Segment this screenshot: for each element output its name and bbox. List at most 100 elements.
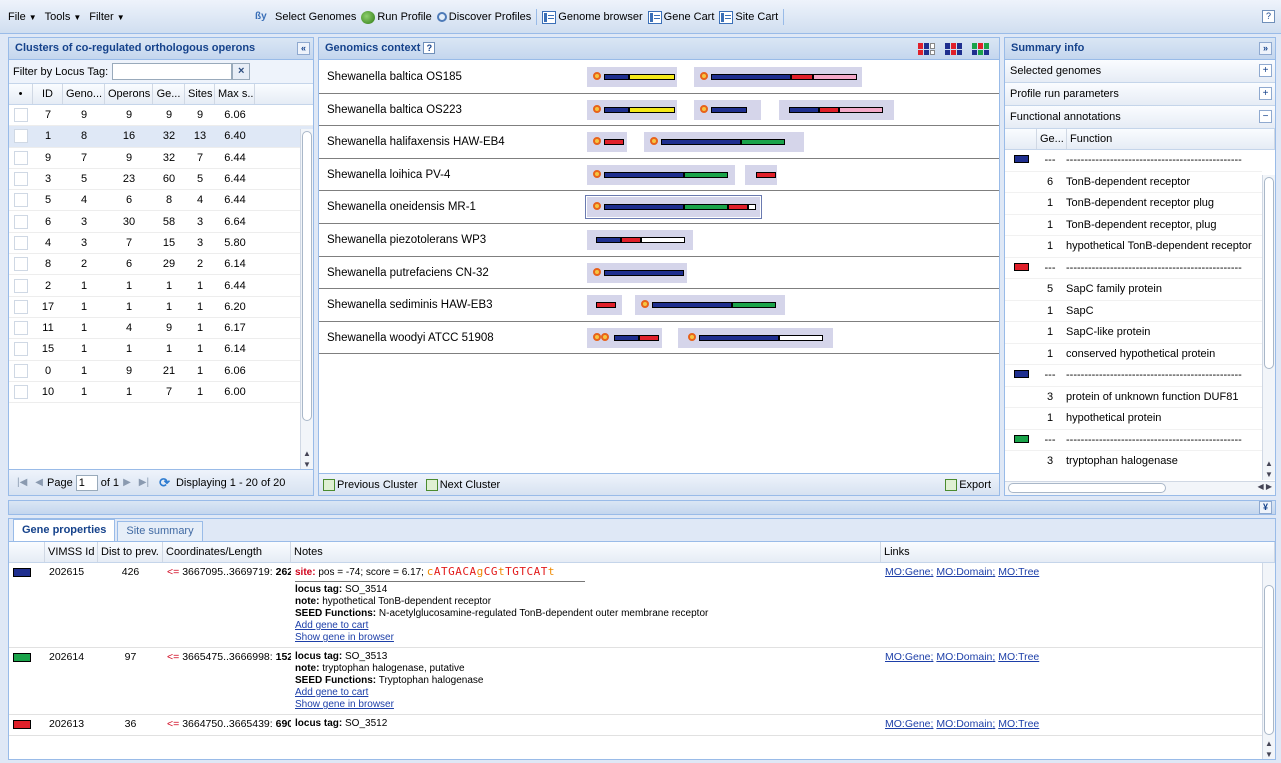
gene-glyph[interactable] [789,106,819,113]
show-gene-in-browser-link[interactable]: Show gene in browser [295,632,877,644]
genome-context-row[interactable]: Shewanella loihica PV-4 [319,159,999,192]
function-row[interactable]: --- -------------------------------------… [1005,150,1262,172]
gp-col-vimss[interactable]: VIMSS Id [45,542,98,562]
help-icon[interactable]: ? [423,42,436,55]
gene-glyph[interactable] [779,334,823,341]
gene-link-2[interactable]: MO:Tree [998,566,1039,578]
table-row[interactable]: 10 1 1 7 1 6.00 [9,382,313,404]
menu-file[interactable]: File ▼ [8,11,37,23]
functions-hscroll-thumb[interactable] [1008,483,1166,493]
row-checkbox-cell[interactable] [9,299,33,314]
genome-context-row[interactable]: Shewanella halifaxensis HAW-EB4 [319,126,999,159]
row-checkbox[interactable] [14,385,28,399]
next-cluster-button[interactable]: Next Cluster [425,478,500,491]
collapse-right-button[interactable]: » [1259,42,1272,55]
gene-glyph[interactable] [732,302,776,309]
binding-site-marker[interactable] [700,104,708,113]
row-checkbox-cell[interactable] [9,342,33,357]
row-checkbox[interactable] [14,150,28,165]
bottom-panel-splitter[interactable]: ¥ [8,500,1276,515]
gene-glyph[interactable] [641,236,685,243]
functions-col-color[interactable] [1005,129,1037,149]
function-row[interactable]: 5 SapC family protein [1005,279,1262,301]
clusters-col-3[interactable]: Operons [105,84,153,104]
genome-browser-button[interactable]: Genome browser [542,10,643,24]
gene-glyph[interactable] [604,74,629,80]
binding-site-marker[interactable] [688,332,696,341]
gene-link-2[interactable]: MO:Tree [998,651,1039,663]
scroll-down-arrow-icon[interactable]: ▼ [1265,470,1273,479]
gene-glyph[interactable] [741,139,785,146]
function-row[interactable]: 1 SapC [1005,301,1262,322]
gene-link-0[interactable]: MO:Gene [885,651,931,663]
locus-filter-input[interactable] [112,63,233,80]
gene-glyph[interactable] [819,106,839,113]
run-profile-button[interactable]: Run Profile [361,10,432,24]
gene-glyph[interactable] [621,236,641,243]
gene-row[interactable]: 202614 97 <= 3665475..3666998: 1524 locus t… [9,648,1262,715]
gene-glyph[interactable] [614,334,639,341]
menu-filter[interactable]: Filter ▼ [89,11,124,23]
row-checkbox-cell[interactable] [9,214,33,229]
gene-glyph[interactable] [813,74,857,80]
gene-properties-scroll-thumb[interactable] [1264,585,1274,735]
function-row[interactable]: 6 TonB-dependent receptor [1005,172,1262,193]
row-checkbox-cell[interactable] [9,257,33,272]
binding-site-marker[interactable] [593,169,601,178]
table-row[interactable]: 8 2 6 29 2 6.14 [9,254,313,276]
gene-link-1[interactable]: MO:Domain [936,718,992,730]
discover-profiles-button[interactable]: Discover Profiles [436,11,531,23]
row-checkbox[interactable] [14,299,28,314]
gene-link-2[interactable]: MO:Tree [998,718,1039,730]
row-checkbox-cell[interactable] [9,150,33,165]
gene-glyph[interactable] [604,139,624,146]
binding-site-marker[interactable] [593,104,601,113]
gene-row[interactable]: 202613 36 <= 3664750..3665439: 690 locus ta… [9,715,1262,736]
site-cart-button[interactable]: Site Cart [719,10,778,24]
row-checkbox[interactable] [14,363,28,378]
row-checkbox[interactable] [14,129,28,144]
row-checkbox-cell[interactable] [9,193,33,208]
refresh-icon[interactable]: ⟳ [159,475,170,491]
row-checkbox-cell[interactable] [9,129,33,144]
next-page-icon[interactable]: ▶ [123,477,131,488]
gp-col-links[interactable]: Links [881,542,1275,562]
genome-context-row[interactable]: Shewanella oneidensis MR-1 [319,191,999,224]
gene-properties-scrollbar[interactable]: ▲ ▼ [1262,563,1275,759]
gene-glyph[interactable] [596,236,621,243]
last-page-icon[interactable]: ▶| [139,477,149,488]
scroll-down-arrow-icon[interactable]: ▼ [1265,750,1273,759]
table-row[interactable]: 2 1 1 1 1 6.44 [9,275,313,297]
scroll-down-arrow-icon[interactable]: ▼ [303,460,311,469]
row-checkbox[interactable] [14,342,28,357]
table-row[interactable]: 5 4 6 8 4 6.44 [9,190,313,212]
genome-context-row[interactable]: Shewanella putrefaciens CN-32 [319,257,999,290]
row-checkbox-cell[interactable] [9,385,33,399]
binding-site-marker[interactable] [593,72,601,80]
row-checkbox[interactable] [14,193,28,208]
tab-site-summary[interactable]: Site summary [117,521,203,541]
table-row[interactable]: 6 3 30 58 3 6.64 [9,211,313,233]
row-checkbox[interactable] [14,235,28,250]
row-checkbox-cell[interactable] [9,108,33,123]
gene-glyph[interactable] [839,106,883,113]
expand-icon[interactable]: + [1259,64,1272,77]
functional-annotations-section[interactable]: Functional annotations − [1005,106,1275,129]
gene-glyph[interactable] [629,74,675,80]
function-row[interactable]: 3 protein of unknown function DUF81 [1005,387,1262,408]
table-row[interactable]: 1 8 16 32 13 6.40 [9,126,313,148]
gene-link-0[interactable]: MO:Gene [885,566,931,578]
collapse-left-button[interactable]: « [297,42,310,55]
row-checkbox-cell[interactable] [9,172,33,187]
clusters-scroll-thumb[interactable] [302,131,312,421]
clusters-scrollbar[interactable]: ▲ ▼ [300,129,313,470]
function-row[interactable]: 1 SapC-like protein [1005,322,1262,344]
row-checkbox[interactable] [14,214,28,229]
function-row[interactable]: 3 tryptophan halogenase [1005,451,1262,468]
profile-run-parameters-section[interactable]: Profile run parameters + [1005,83,1275,106]
functions-col-genes[interactable]: Ge... [1037,129,1067,149]
function-row[interactable]: 1 TonB-dependent receptor, plug [1005,215,1262,236]
binding-site-marker[interactable] [601,332,609,341]
row-checkbox[interactable] [14,108,28,123]
row-checkbox-cell[interactable] [9,321,33,336]
